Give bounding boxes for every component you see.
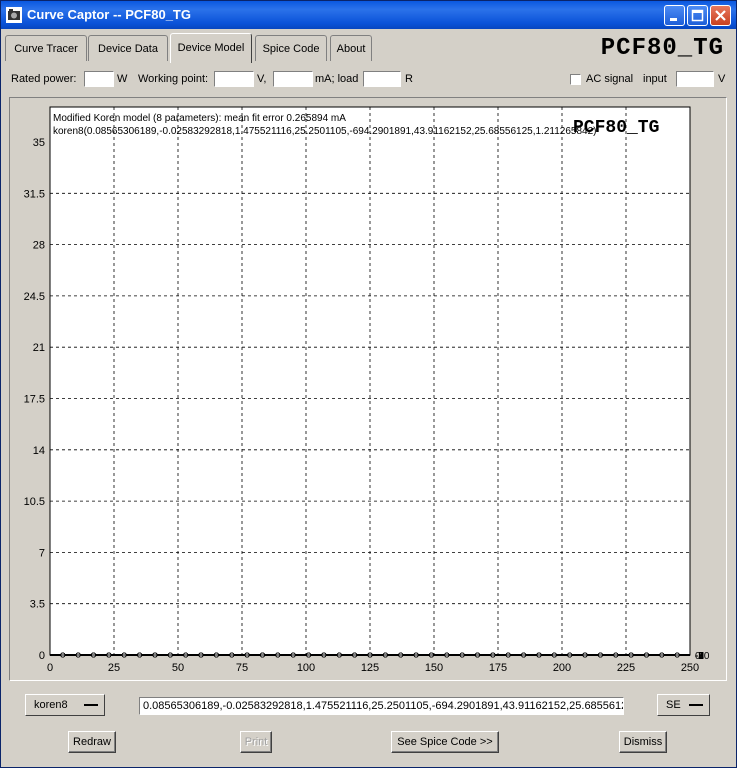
y-tick-label: 10.5 (24, 496, 45, 508)
y-tick-label: 17.5 (24, 394, 45, 406)
dropdown-arrow-icon (84, 704, 98, 706)
params-value: 0.08565306189,-0.02583292818,1.475521116… (143, 700, 624, 712)
x-tick-label: 175 (489, 662, 507, 674)
see-spice-code-button[interactable]: See Spice Code >> (391, 731, 499, 753)
x-tick-label: 250 (681, 662, 699, 674)
y-tick-label: 14 (33, 445, 45, 457)
x-tick-label: 225 (617, 662, 635, 674)
redraw-button[interactable]: Redraw (68, 731, 116, 753)
x-tick-label: 0 (47, 662, 53, 674)
x-tick-label: 100 (297, 662, 315, 674)
print-button[interactable]: Print (240, 731, 272, 753)
y-tick-label: 31.5 (24, 188, 45, 200)
x-tick-label: 200 (553, 662, 571, 674)
dropdown-arrow-icon (689, 704, 703, 706)
y-tick-label: 7 (39, 547, 45, 559)
grid-voltage-label: -10 (695, 651, 710, 662)
x-tick-label: 125 (361, 662, 379, 674)
dismiss-label: Dismiss (623, 736, 663, 748)
y-tick-label: 3.5 (30, 599, 45, 611)
mode-select-value: SE (666, 699, 681, 711)
chart-subtitle: koren8(0.08565306189,-0.02583292818,1.47… (53, 126, 596, 137)
main-window: Curve Captor -- PCF80_TG Curve Tracer De… (0, 0, 737, 768)
chart-title: Modified Koren model (8 parameters): mea… (53, 113, 346, 124)
mode-select[interactable]: SE (657, 694, 710, 716)
chart-background (50, 107, 690, 655)
y-tick-label: 21 (33, 342, 45, 354)
x-tick-label: 75 (236, 662, 248, 674)
x-tick-label: 150 (425, 662, 443, 674)
y-tick-label: 28 (33, 240, 45, 252)
y-tick-label: 35 (33, 137, 45, 149)
plate-curves-chart: 0 25 50 75 100 125 150 175 200 225 250 0 3.5 7 10.5 14 1… (1, 1, 710, 674)
params-field[interactable]: 0.08565306189,-0.02583292818,1.475521116… (139, 697, 624, 715)
y-tick-label: 24.5 (24, 291, 45, 303)
model-select-value: koren8 (34, 699, 68, 711)
redraw-label: Redraw (73, 736, 111, 748)
see-spice-code-label: See Spice Code >> (397, 736, 493, 748)
x-tick-label: 25 (108, 662, 120, 674)
model-select[interactable]: koren8 (25, 694, 105, 716)
x-tick-label: 50 (172, 662, 184, 674)
print-label: Print (244, 736, 268, 748)
dismiss-button[interactable]: Dismiss (619, 731, 667, 753)
y-tick-label: 0 (39, 650, 45, 662)
chart-watermark: PCF80_TG (573, 118, 659, 138)
